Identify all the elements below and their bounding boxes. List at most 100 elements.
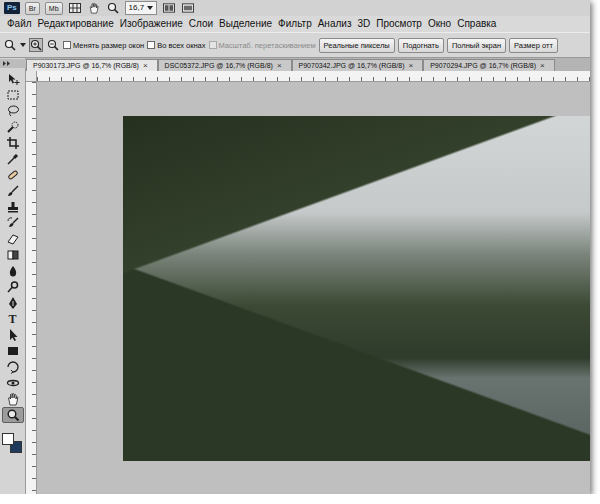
- zoom-in-button[interactable]: [29, 38, 43, 52]
- checkbox-box: [209, 41, 217, 49]
- hand-tool-icon: [6, 392, 20, 406]
- toolbox: T: [0, 58, 26, 494]
- hand-button[interactable]: [87, 1, 101, 15]
- arrange-icon: [163, 3, 175, 13]
- option-button[interactable]: Подогнать: [398, 38, 444, 53]
- document-tabs: P9030173.JPG @ 16,7% (RGB/8)×DSC05372.JP…: [26, 58, 590, 71]
- tool-button[interactable]: [2, 183, 24, 199]
- gradient-tool-icon: [6, 248, 20, 262]
- option-button[interactable]: Полный экран: [447, 38, 506, 53]
- launcher-button[interactable]: Br: [25, 2, 40, 15]
- ruler-row: [26, 71, 590, 82]
- crop-tool-icon: [6, 136, 20, 150]
- toolbox-header[interactable]: [0, 59, 26, 68]
- zoom-out-button[interactable]: [46, 38, 60, 52]
- tool-button[interactable]: [2, 343, 24, 359]
- healing-tool-icon: [6, 168, 20, 182]
- menu-item[interactable]: Изображение: [117, 17, 186, 31]
- document-tab[interactable]: P9070342.JPG @ 16,7% (RGB/8)×: [292, 59, 424, 71]
- close-tab-button[interactable]: ×: [408, 61, 413, 71]
- photo: [123, 116, 590, 461]
- vertical-ruler[interactable]: [26, 82, 37, 494]
- zoom-level-field[interactable]: 16,7: [125, 1, 158, 15]
- tool-button[interactable]: [2, 167, 24, 183]
- checkbox-box[interactable]: [147, 41, 155, 49]
- screen-mode-button[interactable]: [181, 1, 195, 15]
- close-tab-button[interactable]: ×: [540, 61, 545, 71]
- tool-preset-picker[interactable]: [3, 38, 17, 52]
- workspace: T P9030173.JPG @ 16,7% (RGB/8)×DSC05372.J…: [0, 58, 590, 494]
- document-area: P9030173.JPG @ 16,7% (RGB/8)×DSC05372.JP…: [26, 58, 590, 494]
- document-tab[interactable]: P9070294.JPG @ 16,7% (RGB/8)×: [423, 59, 555, 71]
- dropdown-arrow-icon: [20, 43, 26, 47]
- option-checkbox[interactable]: Во всех окнах: [147, 41, 205, 50]
- close-tab-button[interactable]: ×: [143, 61, 148, 71]
- zoom-in-icon: [30, 39, 42, 51]
- menu-item[interactable]: Анализ: [315, 17, 355, 31]
- rotate3d-tool-icon: [6, 360, 20, 374]
- menu-item[interactable]: Справка: [454, 17, 499, 31]
- launcher-button[interactable]: Mb: [45, 2, 63, 15]
- menu-item[interactable]: Выделение: [216, 17, 275, 31]
- tool-button[interactable]: T: [2, 311, 24, 327]
- option-button[interactable]: Реальные пикселы: [319, 38, 395, 53]
- tool-button[interactable]: [2, 279, 24, 295]
- photoshop-logo: Ps: [4, 2, 20, 14]
- tool-button[interactable]: [2, 151, 24, 167]
- application-bar: Ps Br Mb 16,7: [0, 0, 590, 16]
- pen-tool-icon: [6, 296, 20, 310]
- stamp-tool-icon: [6, 200, 20, 214]
- menu-item[interactable]: Редактирование: [35, 17, 117, 31]
- dodge-tool-icon: [6, 280, 20, 294]
- close-tab-button[interactable]: ×: [277, 61, 282, 71]
- hand-tool-icon: [88, 1, 100, 15]
- menu-bar: ФайлРедактированиеИзображениеСлоиВыделен…: [0, 16, 590, 32]
- option-button[interactable]: Размер отт: [509, 38, 558, 53]
- tool-button[interactable]: [2, 375, 24, 391]
- tool-button[interactable]: [2, 215, 24, 231]
- zoom-button[interactable]: [106, 1, 120, 15]
- canvas[interactable]: [37, 82, 590, 494]
- historybrush-tool-icon: [6, 216, 20, 230]
- tool-button[interactable]: [2, 87, 24, 103]
- tool-button[interactable]: [2, 135, 24, 151]
- grid-icon: [69, 3, 81, 13]
- menu-item[interactable]: Просмотр: [373, 17, 425, 31]
- eyedropper-tool-icon: [6, 152, 20, 166]
- foreground-color-swatch[interactable]: [2, 433, 14, 445]
- color-swatches: [2, 433, 24, 457]
- quickselect-tool-icon: [6, 120, 20, 134]
- checkbox-box[interactable]: [63, 41, 71, 49]
- tool-button[interactable]: [2, 103, 24, 119]
- option-checkbox[interactable]: Менять размер окон: [63, 41, 144, 50]
- photoshop-window: PsBrMb16,7ФайлРедактированиеИзображениеС…: [0, 0, 590, 494]
- tool-button[interactable]: [2, 263, 24, 279]
- menu-item[interactable]: Файл: [4, 17, 35, 31]
- move-tool-icon: [6, 72, 20, 86]
- arrange-documents-button[interactable]: [162, 1, 176, 15]
- document-tab[interactable]: DSC05372.JPG @ 16,7% (RGB/8)×: [158, 59, 292, 71]
- eraser-tool-icon: [6, 232, 20, 246]
- tool-button[interactable]: [2, 359, 24, 375]
- tool-button[interactable]: [2, 407, 24, 423]
- tool-button[interactable]: [2, 119, 24, 135]
- horizontal-ruler[interactable]: [37, 71, 590, 82]
- canvas-row: [26, 82, 590, 494]
- tool-button[interactable]: [2, 71, 24, 87]
- shape-tool-icon: [6, 344, 20, 358]
- tool-button[interactable]: [2, 295, 24, 311]
- tool-button[interactable]: [2, 199, 24, 215]
- screen-mode-icon: [182, 3, 194, 13]
- document-tab[interactable]: P9030173.JPG @ 16,7% (RGB/8)×: [26, 59, 158, 71]
- extras-button[interactable]: [68, 1, 82, 15]
- tool-button[interactable]: [2, 247, 24, 263]
- ruler-corner[interactable]: [26, 71, 37, 82]
- tool-button[interactable]: [2, 231, 24, 247]
- menu-item[interactable]: Окно: [425, 17, 454, 31]
- menu-item[interactable]: Фильтр: [275, 17, 315, 31]
- menu-item[interactable]: Слои: [186, 17, 216, 31]
- menu-item[interactable]: 3D: [354, 17, 373, 31]
- tool-button[interactable]: [2, 327, 24, 343]
- orbit3d-tool-icon: [6, 376, 20, 390]
- tool-button[interactable]: [2, 391, 24, 407]
